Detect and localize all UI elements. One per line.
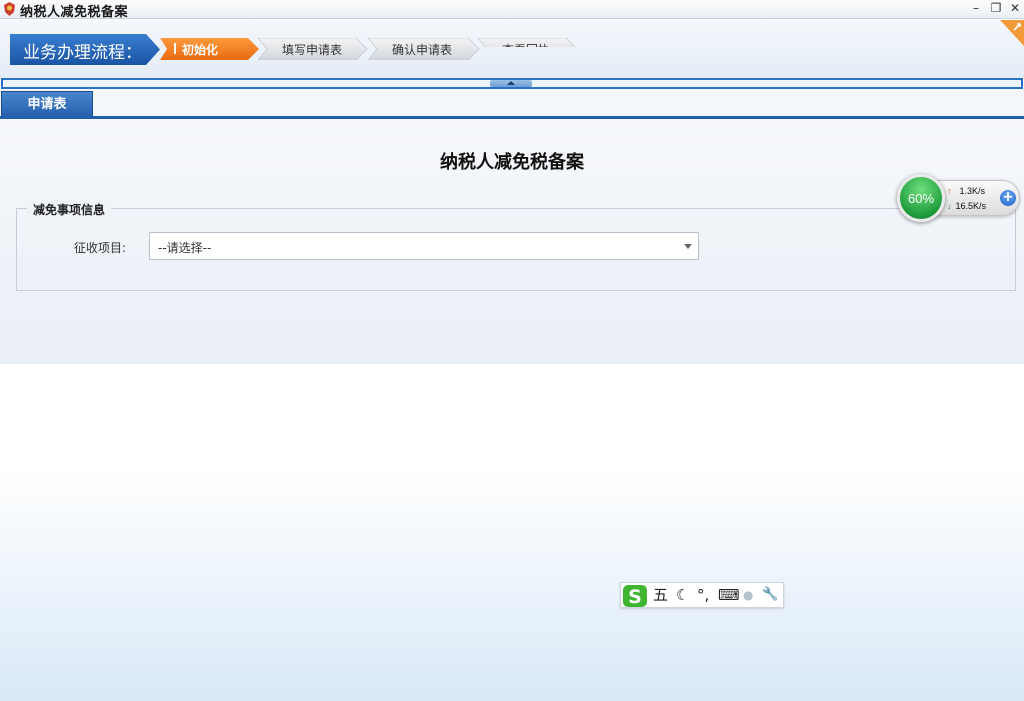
step-fill-form[interactable]: 填写申请表 [258, 38, 368, 60]
section-title: 减免事项信息 [27, 201, 112, 218]
moon-icon[interactable]: ☾ [676, 586, 689, 604]
form-heading: 纳税人减免税备案 [440, 152, 584, 173]
wrench-icon[interactable]: 🔧 [762, 586, 778, 604]
network-speed-widget[interactable]: 60% ↑ 1.3K/s ↓ 16.5K/s + [897, 172, 1024, 224]
step-label: 初始化 [182, 43, 219, 57]
download-speed: ↓ 16.5K/s [947, 201, 986, 211]
ime-toolbar[interactable]: S 五 ☾ °, ⌨ ● 🔧 [620, 582, 784, 608]
tab-application-form[interactable]: 申请表 [1, 91, 93, 117]
tax-item-select-value: --请选择-- [158, 241, 212, 255]
usage-percent: 60% [907, 191, 935, 206]
punctuation-icon[interactable]: °, [697, 586, 709, 604]
chevron-down-icon [684, 244, 692, 249]
collapse-header-icon[interactable] [490, 80, 532, 87]
plus-icon[interactable]: + [1000, 190, 1016, 206]
step-label: 查看回执 [502, 43, 551, 57]
step-label: 填写申请表 [282, 43, 343, 57]
active-step-marker [174, 43, 176, 54]
exemption-info-section: 减免事项信息 征收项目: --请选择-- [16, 201, 1016, 291]
maximize-button[interactable]: ❐ [988, 0, 1004, 16]
window-titlebar: 纳税人减免税备案 – ❐ ✕ [0, 0, 1024, 20]
step-view-receipt[interactable]: 查看回执 [478, 38, 578, 57]
form-panel: 纳税人减免税备案 减免事项信息 征收项目: --请选择-- [0, 119, 1024, 364]
minimize-button[interactable]: – [968, 0, 984, 16]
download-speed-value: 16.5K/s [955, 201, 987, 211]
upload-arrow-icon: ↑ [947, 186, 952, 196]
workflow-bar: 业务办理流程： 初始化 填写申请表 确认申请表 查看回执 [0, 20, 1024, 78]
memory-usage-ball[interactable]: 60% [897, 174, 945, 222]
workflow-title-badge: 业务办理流程： [10, 34, 160, 65]
upload-speed: ↑ 1.3K/s [947, 186, 985, 196]
workflow-title: 业务办理流程： [23, 43, 142, 63]
tax-item-label: 征收项目: [74, 241, 127, 255]
sogou-logo-icon[interactable]: S [622, 584, 648, 608]
tab-strip: 申请表 [0, 89, 1024, 119]
step-initialize[interactable]: 初始化 [160, 38, 260, 60]
tax-emblem-icon [4, 2, 15, 16]
tax-item-select[interactable]: --请选择-- [149, 232, 699, 260]
input-mode-wubi[interactable]: 五 [653, 586, 668, 604]
keyboard-icon[interactable]: ⌨ [718, 586, 740, 604]
user-icon[interactable]: ● [743, 586, 753, 604]
step-confirm-form[interactable]: 确认申请表 [368, 38, 480, 60]
step-label: 确认申请表 [392, 43, 453, 57]
download-arrow-icon: ↓ [947, 201, 952, 211]
close-button[interactable]: ✕ [1007, 0, 1023, 16]
window-title: 纳税人减免税备案 [20, 5, 129, 20]
corner-fold-icon[interactable] [1000, 20, 1024, 46]
sogou-logo-text: S [628, 586, 642, 608]
upload-speed-value: 1.3K/s [959, 186, 986, 196]
